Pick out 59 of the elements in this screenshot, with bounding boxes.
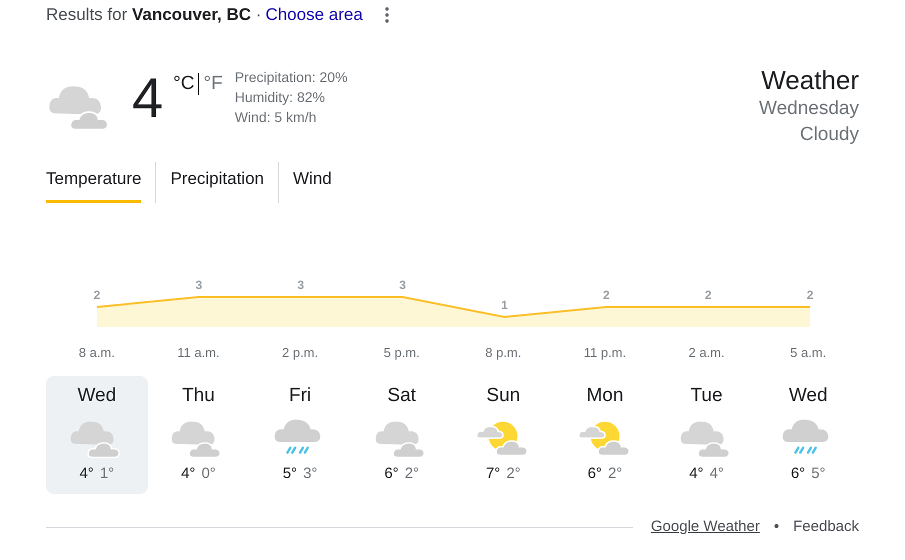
weather-title: Weather — [761, 64, 859, 96]
weather-detail: Wind: 5 km/h — [234, 108, 318, 127]
choose-area-link[interactable]: Choose area — [265, 2, 363, 28]
time-label: 5 a.m. — [789, 344, 828, 362]
more-options-icon[interactable] — [384, 7, 389, 23]
temperature-label: 3 — [195, 278, 202, 292]
day-name: Tue — [690, 384, 723, 408]
day-label: Wednesday — [759, 97, 859, 121]
high-temperature: 4° — [79, 464, 94, 482]
day-name: Wed — [77, 384, 116, 408]
high-temperature: 4° — [181, 464, 196, 482]
weather-detail: Precipitation: 20% — [234, 68, 348, 87]
low-temperature: 3° — [303, 464, 318, 482]
temperature-label: 1 — [501, 298, 508, 312]
high-temperature: 6° — [384, 464, 399, 482]
day-name: Sat — [387, 384, 416, 408]
chart-tab[interactable]: Wind — [293, 162, 332, 202]
time-label: 2 p.m. — [281, 344, 320, 362]
time-label: 5 p.m. — [382, 344, 421, 362]
chart-tab[interactable]: Precipitation — [170, 162, 264, 202]
results-label: Results for Vancouver, BC · — [46, 4, 262, 26]
day-name: Wed — [788, 384, 828, 408]
time-label: 2 a.m. — [688, 344, 726, 362]
time-label: 11 a.m. — [176, 344, 221, 362]
high-temperature: 6° — [790, 464, 806, 482]
temperature-label: 2 — [602, 288, 610, 302]
google-weather-link[interactable]: Google Weather — [650, 516, 760, 538]
high-temperature: 7° — [486, 464, 500, 482]
separator-dot: • — [774, 517, 780, 537]
day-name: Sun — [486, 384, 520, 408]
time-label: 11 p.m. — [582, 344, 628, 362]
low-temperature: 0° — [201, 464, 216, 482]
chart-tab[interactable]: Temperature — [46, 162, 142, 202]
weather-detail: Humidity: 82% — [234, 88, 326, 107]
day-card[interactable]: Wed 4° 1° — [46, 376, 148, 494]
high-temperature: 5° — [282, 464, 298, 482]
high-temperature: 4° — [689, 464, 704, 482]
temperature-label: 2 — [806, 288, 814, 302]
low-temperature: 1° — [100, 464, 114, 482]
day-name: Mon — [586, 384, 624, 408]
time-label: 8 a.m. — [78, 344, 116, 362]
time-label: 8 p.m. — [484, 344, 522, 362]
low-temperature: 5° — [811, 464, 826, 482]
low-temperature: 2° — [404, 464, 420, 482]
temperature-label: 3 — [297, 278, 304, 292]
condition-label: Cloudy — [800, 123, 859, 147]
low-temperature: 2° — [608, 464, 622, 482]
temperature-label: 2 — [704, 288, 712, 302]
current-temperature: 4 — [132, 70, 164, 126]
high-temperature: 6° — [588, 464, 602, 482]
low-temperature: 2° — [506, 464, 521, 482]
fahrenheit-unit[interactable]: °F — [203, 70, 223, 98]
feedback-link[interactable]: Feedback — [793, 516, 859, 538]
day-name: Fri — [288, 384, 312, 408]
low-temperature: 4° — [710, 464, 724, 482]
temperature-label: 3 — [399, 278, 406, 292]
celsius-unit[interactable]: °C — [173, 70, 194, 98]
temperature-label: 2 — [94, 288, 100, 302]
day-name: Thu — [182, 384, 215, 408]
